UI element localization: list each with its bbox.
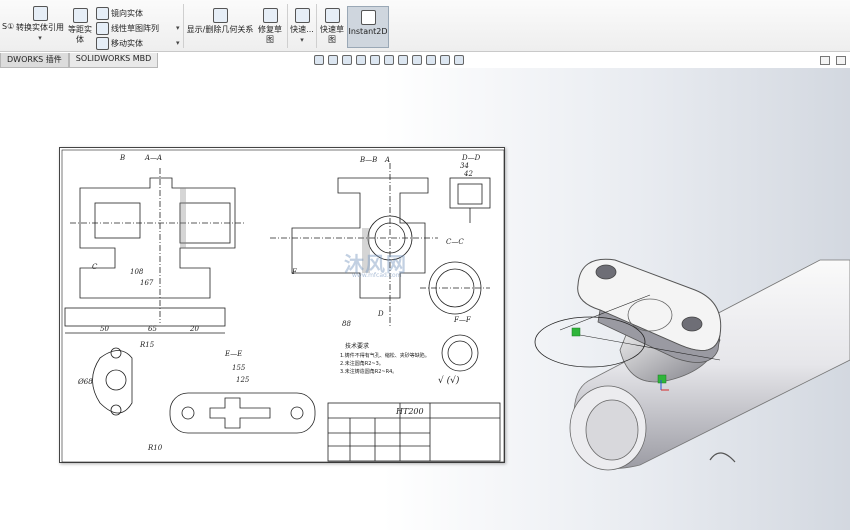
mirror-entities-button[interactable]: 镜向实体 (96, 7, 143, 20)
radius-r15: R15 (140, 341, 155, 349)
instant2d-content[interactable]: Instant2D (347, 10, 389, 37)
relations-icon (212, 8, 228, 23)
dim-125: 125 (236, 376, 250, 384)
move-entities-button[interactable]: 移动实体 (96, 37, 143, 50)
engineering-drawing (61, 149, 505, 463)
section-label-cc: C—C (446, 238, 464, 246)
quick-snaps-icon (294, 8, 310, 23)
close-window-icon[interactable] (836, 56, 846, 65)
convert-entities-icon (32, 6, 48, 21)
dim-65: 65 (148, 325, 157, 333)
previous-view-icon[interactable] (342, 55, 352, 65)
sketch-point-handle[interactable] (571, 327, 581, 337)
section-view-icon[interactable] (356, 55, 366, 65)
ribbon-separator (316, 4, 317, 48)
section-label-bb: B—B (360, 156, 378, 164)
surface-roughness-note: √ (√) (438, 376, 460, 386)
move-entities-label: 移动实体 (111, 39, 143, 48)
offset-entities-label-2: 体 (76, 35, 84, 44)
quick-snaps-label: 快速... (290, 25, 314, 34)
mirror-entities-label: 镜向实体 (111, 9, 143, 18)
section-marker-b: B (120, 154, 126, 162)
repair-sketch-label-1: 修复草 (258, 25, 282, 34)
hide-show-items-icon[interactable] (398, 55, 408, 65)
watermark-domain: www.mfcad.com (352, 272, 402, 279)
tab-addins[interactable]: DWORKS 插件 (0, 53, 69, 68)
instant2d-label: Instant2D (348, 27, 388, 36)
heads-up-view-toolbar (314, 55, 464, 65)
apply-scene-icon[interactable] (426, 55, 436, 65)
dim-88: 88 (342, 320, 351, 328)
instant2d-icon (360, 10, 376, 25)
chevron-down-icon[interactable]: ▾ (38, 33, 42, 43)
show-delete-relations-label: 显示/删除几何关系 (186, 25, 254, 34)
cut-prefix-label: S① (2, 22, 14, 31)
quick-snaps-button[interactable]: 快速... ▾ (289, 8, 315, 45)
edit-appearance-icon[interactable] (412, 55, 422, 65)
rapid-sketch-button[interactable]: 快速草 图 (318, 8, 346, 45)
offset-entities-label-1: 等距实 (68, 25, 92, 34)
tech-req-2: 2.未注圆角R2~3。 (340, 361, 384, 367)
linear-pattern-icon (96, 22, 109, 35)
origin-handle[interactable] (657, 374, 667, 384)
cut-prefix-text: S① (2, 22, 15, 31)
section-marker-f: F (292, 268, 297, 276)
rapid-sketch-label-1: 快速草 (320, 25, 344, 34)
rapid-sketch-icon (324, 8, 340, 23)
linear-pattern-button[interactable]: 线性草图阵列 (96, 22, 159, 35)
linear-pattern-label: 线性草图阵列 (111, 24, 159, 33)
chevron-down-icon[interactable]: ▾ (176, 24, 180, 32)
mirror-icon (96, 7, 109, 20)
restore-window-icon[interactable] (820, 56, 830, 65)
dim-34: 34 (460, 162, 469, 170)
chevron-down-icon[interactable]: ▾ (300, 35, 304, 45)
dim-108: 108 (130, 268, 144, 276)
show-delete-relations-button[interactable]: 显示/删除几何关系 (186, 8, 254, 35)
rapid-sketch-label-2: 图 (328, 35, 336, 44)
convert-entities-label: 转换实体引用 (16, 23, 64, 32)
tab-mbd[interactable]: SOLIDWORKS MBD (68, 53, 159, 68)
material-label: HT200 (396, 407, 424, 416)
view-settings-icon[interactable] (440, 55, 450, 65)
tech-req-1: 1.铸件不得有气孔、缩松、夹砂等缺陷。 (340, 353, 430, 359)
offset-entities-button[interactable]: 等距实 体 (66, 8, 94, 45)
offset-entities-icon (72, 8, 88, 23)
move-icon (96, 37, 109, 50)
section-label-ee: E—E (225, 350, 243, 358)
dim-42: 42 (464, 170, 473, 178)
section-label-dd: D—D (462, 154, 481, 162)
view-orientation-icon[interactable] (370, 55, 380, 65)
command-manager-ribbon: S① 转换实体引用 ▾ 等距实 体 镜向实体 线性草图阵列 移动实体 ▾ ▾ 显… (0, 0, 850, 52)
section-marker-c: C (92, 263, 98, 271)
display-style-icon[interactable] (384, 55, 394, 65)
monitor-icon[interactable] (454, 55, 464, 65)
repair-sketch-button[interactable]: 修复草 图 (256, 8, 284, 45)
section-label-ff: F—F (454, 316, 471, 324)
section-marker-d: D (378, 310, 384, 318)
repair-sketch-label-2: 图 (266, 35, 274, 44)
tech-req-3: 3.未注铸造圆角R2~R4。 (340, 369, 398, 375)
dim-50: 50 (100, 325, 109, 333)
sketch-picture-drawing[interactable]: A—A B B—B A D—D C—C F—F E—E D C F R15 R1… (59, 147, 505, 463)
convert-entities-button[interactable]: 转换实体引用 ▾ (16, 6, 64, 43)
dim-20: 20 (190, 325, 199, 333)
section-label-aa: A—A (145, 154, 163, 162)
zoom-to-area-icon[interactable] (328, 55, 338, 65)
zoom-to-fit-icon[interactable] (314, 55, 324, 65)
section-marker-a: A (385, 156, 391, 164)
ribbon-separator (287, 4, 288, 48)
repair-sketch-icon (262, 8, 278, 23)
dim-155: 155 (232, 364, 246, 372)
radius-r10: R10 (148, 444, 163, 452)
tech-req-title: 技术要求 (345, 343, 370, 350)
dim-167: 167 (140, 279, 154, 287)
dim-dia-68: Ø68 (78, 378, 93, 386)
command-manager-tabs: DWORKS 插件 SOLIDWORKS MBD (0, 53, 159, 68)
chevron-down-icon[interactable]: ▾ (176, 39, 180, 47)
3d-part-model[interactable] (520, 240, 850, 490)
ribbon-separator (183, 4, 184, 48)
